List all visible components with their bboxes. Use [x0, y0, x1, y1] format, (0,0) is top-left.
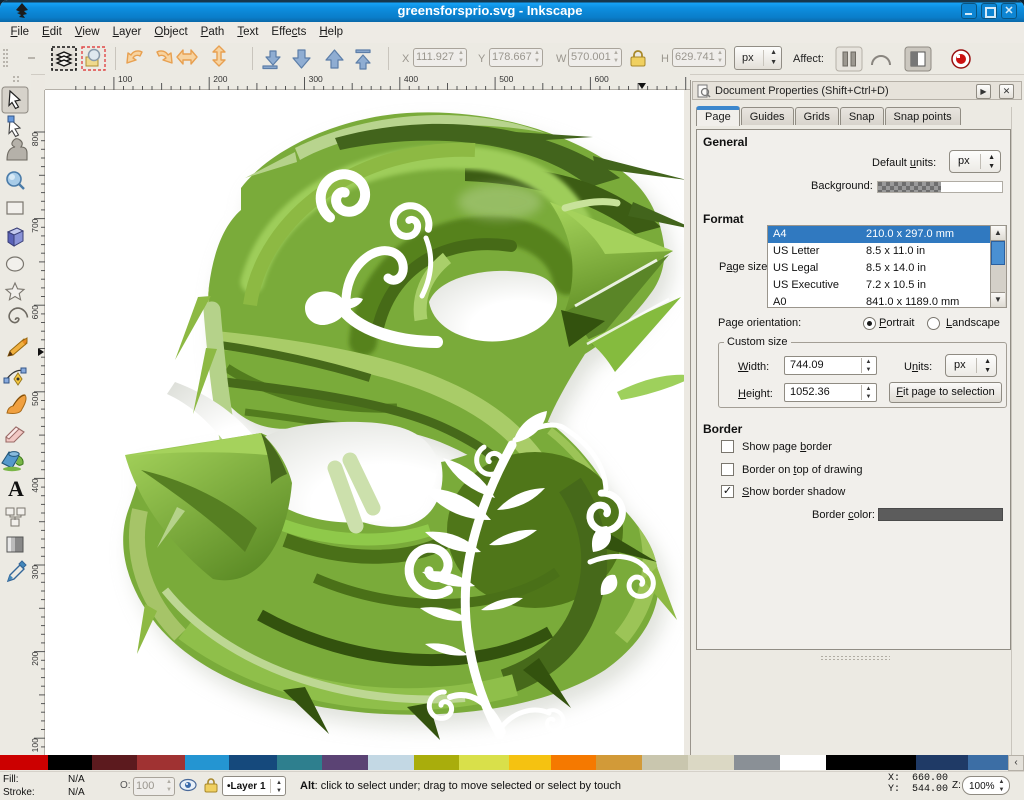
- svg-text:500: 500: [499, 74, 513, 84]
- svg-text:300: 300: [309, 74, 323, 84]
- svg-text:H: H: [661, 53, 669, 65]
- svg-text:Affect:: Affect:: [793, 53, 824, 65]
- svg-text:100: 100: [31, 738, 40, 752]
- svg-text:W: W: [556, 53, 567, 65]
- svg-text:100: 100: [118, 74, 132, 84]
- svg-text:300: 300: [31, 565, 40, 579]
- svg-text:400: 400: [31, 478, 40, 492]
- svg-text:700: 700: [31, 218, 40, 232]
- svg-text:400: 400: [404, 74, 418, 84]
- svg-text:600: 600: [31, 305, 40, 319]
- svg-text:Y: Y: [478, 53, 486, 65]
- svg-text:X: X: [402, 53, 410, 65]
- svg-text:200: 200: [31, 651, 40, 665]
- svg-text:800: 800: [31, 132, 40, 146]
- svg-text:200: 200: [213, 74, 227, 84]
- svg-text:A: A: [8, 476, 24, 501]
- svg-text:500: 500: [31, 392, 40, 406]
- svg-text:600: 600: [595, 74, 609, 84]
